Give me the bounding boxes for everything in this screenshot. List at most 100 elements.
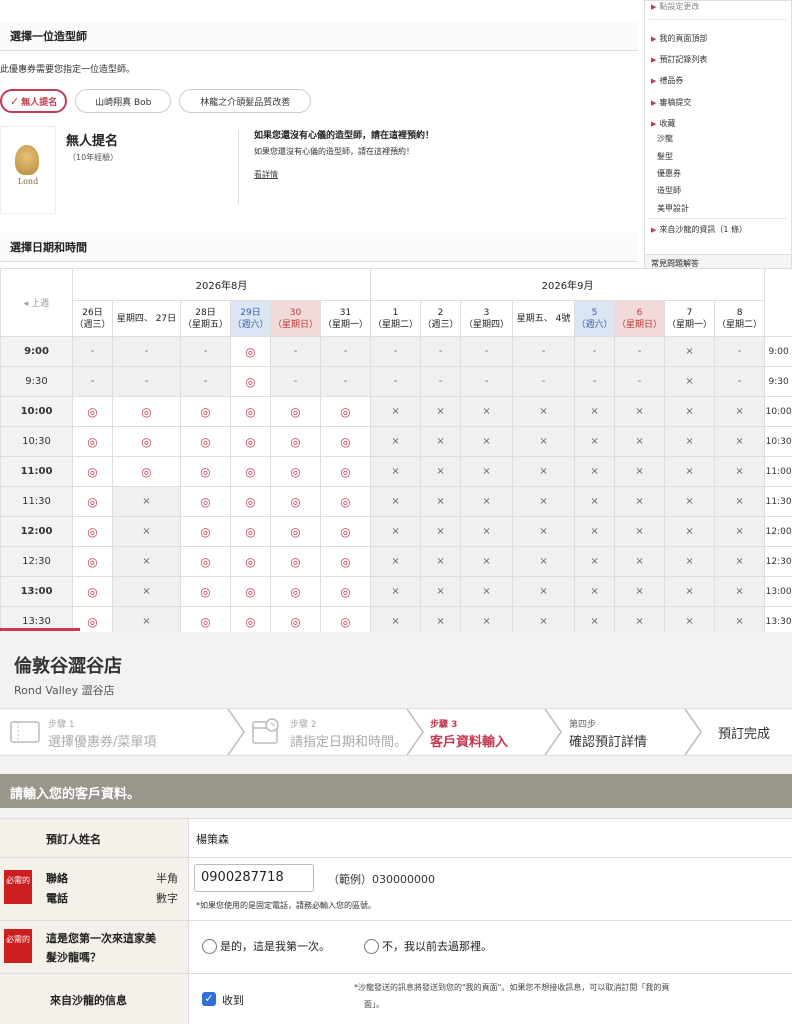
first-visit-yes-label[interactable]: 是的，這是我第一次。 <box>220 938 330 954</box>
slot-available[interactable]: ◎ <box>230 576 271 607</box>
slot-available[interactable]: ◎ <box>319 546 372 577</box>
slot-unavailable: × <box>460 486 514 517</box>
sidebar-sub-hairstyle[interactable]: 髮型 <box>657 151 673 162</box>
slot-available[interactable]: ◎ <box>72 396 113 427</box>
sidebar-item-settings[interactable]: ▶ 點設定更改 <box>651 1 699 12</box>
sidebar-sub-coupon[interactable]: 優惠券 <box>657 168 681 179</box>
sidebar-item-mypage[interactable]: ▶ 我的頁面頂部 <box>651 33 707 44</box>
slot-unavailable: × <box>574 456 616 487</box>
slot-none: - <box>574 366 616 397</box>
slot-available[interactable]: ◎ <box>112 396 181 427</box>
sidebar-sub-stylist[interactable]: 造型師 <box>657 185 681 196</box>
phone-input[interactable]: 0900287718 <box>194 864 314 892</box>
shop-subtitle: Rond Valley 澀谷店 <box>14 684 115 697</box>
slot-available[interactable]: ◎ <box>230 426 271 457</box>
first-visit-no-radio[interactable] <box>364 939 379 954</box>
first-visit-yes-radio[interactable] <box>202 939 217 954</box>
step-4[interactable]: 第四步 確認預訂詳情 <box>569 709 684 755</box>
slot-available[interactable]: ◎ <box>319 606 372 632</box>
slot-available[interactable]: ◎ <box>180 516 231 547</box>
slot-unavailable: × <box>460 396 514 427</box>
slot-available[interactable]: ◎ <box>270 456 321 487</box>
slot-available[interactable]: ◎ <box>230 516 271 547</box>
step-5[interactable]: 預訂完成 <box>718 709 788 755</box>
stylist-chip-yamazaki[interactable]: 山崎翔真 Bob <box>75 89 172 113</box>
slot-available[interactable]: ◎ <box>230 486 271 517</box>
sidebar-item-salon-info[interactable]: ▶ 來自沙龍的資訊（1 條） <box>651 224 747 235</box>
stylist-section-title: 選擇一位造型師 <box>0 22 638 51</box>
slot-available[interactable]: ◎ <box>319 396 372 427</box>
next-week-link[interactable] <box>764 268 792 337</box>
slot-available[interactable]: ◎ <box>72 426 113 457</box>
sidebar-item-review[interactable]: ▶ 審稿提交 <box>651 97 691 108</box>
slot-available[interactable]: ◎ <box>319 576 372 607</box>
slot-available[interactable]: ◎ <box>180 576 231 607</box>
slot-unavailable: × <box>664 516 716 547</box>
slot-available[interactable]: ◎ <box>112 456 181 487</box>
slot-available[interactable]: ◎ <box>72 576 113 607</box>
slot-unavailable: × <box>512 486 576 517</box>
slot-none: - <box>512 336 576 367</box>
slot-available[interactable]: ◎ <box>180 426 231 457</box>
slot-unavailable: × <box>460 546 514 577</box>
slot-available[interactable]: ◎ <box>72 516 113 547</box>
slot-available[interactable]: ◎ <box>180 396 231 427</box>
sidebar-divider <box>649 218 787 219</box>
slot-available[interactable]: ◎ <box>230 546 271 577</box>
stylist-chip-none[interactable]: ✓ 無人提名 <box>0 89 68 113</box>
slot-available[interactable]: ◎ <box>270 516 321 547</box>
slot-available[interactable]: ◎ <box>319 456 372 487</box>
slot-available[interactable]: ◎ <box>270 426 321 457</box>
slot-unavailable: × <box>420 516 462 547</box>
slot-available[interactable]: ◎ <box>319 486 372 517</box>
step-2[interactable]: 步驟 2 請指定日期和時間。 <box>248 709 408 755</box>
slot-available[interactable]: ◎ <box>319 426 372 457</box>
step-1[interactable]: 步驟 1 選擇優惠券/菜單項 <box>0 709 230 755</box>
time-label-right: 10:30 <box>764 426 792 457</box>
slot-unavailable: × <box>370 486 422 517</box>
slot-available[interactable]: ◎ <box>270 396 321 427</box>
slot-available[interactable]: ◎ <box>180 486 231 517</box>
messages-checkbox[interactable]: ✓ <box>202 992 216 1006</box>
slot-available[interactable]: ◎ <box>230 366 271 397</box>
slot-available[interactable]: ◎ <box>230 336 271 367</box>
triangle-right-icon: ▶ <box>651 99 657 107</box>
sidebar-item-history[interactable]: ▶ 預訂記錄列表 <box>651 54 707 65</box>
slot-available[interactable]: ◎ <box>230 396 271 427</box>
slot-available[interactable]: ◎ <box>180 546 231 577</box>
slot-unavailable: × <box>614 606 666 632</box>
slot-available[interactable]: ◎ <box>230 456 271 487</box>
slot-available[interactable]: ◎ <box>72 486 113 517</box>
prev-week-link[interactable]: ◂ 上週 <box>0 268 73 337</box>
stylist-experience: （10年經驗） <box>68 153 119 162</box>
sidebar-sub-nail[interactable]: 美甲設計 <box>657 203 689 214</box>
messages-check-label[interactable]: 收到 <box>222 992 244 1008</box>
step-3[interactable]: 步驟 3 客戶資料輸入 <box>430 709 545 755</box>
details-link[interactable]: 看詳情 <box>254 169 634 180</box>
slot-available[interactable]: ◎ <box>270 546 321 577</box>
slot-available[interactable]: ◎ <box>319 516 372 547</box>
slot-unavailable: × <box>370 576 422 607</box>
slot-available[interactable]: ◎ <box>270 486 321 517</box>
slot-unavailable: × <box>460 606 514 632</box>
slot-available[interactable]: ◎ <box>180 606 231 632</box>
sidebar-item-giftcard[interactable]: ▶ 禮品券 <box>651 75 683 86</box>
sidebar-sub-salon[interactable]: 沙龍 <box>657 133 673 144</box>
slot-unavailable: × <box>714 546 766 577</box>
slot-available[interactable]: ◎ <box>72 546 113 577</box>
sidebar-item-favorites[interactable]: ▶ 收藏 <box>651 118 675 129</box>
slot-none: - <box>270 366 321 397</box>
first-visit-no-label[interactable]: 不，我以前去過那裡。 <box>382 938 492 954</box>
slot-unavailable: × <box>714 516 766 547</box>
slot-unavailable: × <box>420 606 462 632</box>
slot-available[interactable]: ◎ <box>180 456 231 487</box>
slot-available[interactable]: ◎ <box>230 606 271 632</box>
slot-available[interactable]: ◎ <box>72 456 113 487</box>
stylist-chip-hayashi[interactable]: 林龍之介頭髮品質改善 <box>179 89 312 113</box>
phone-example: （範例）030000000 <box>328 873 435 886</box>
slot-available[interactable]: ◎ <box>270 606 321 632</box>
form-row-first-visit: 必需的 這是您第一次來這家美 髮沙龍嗎？ 是的，這是我第一次。 不，我以前去過那… <box>0 920 792 973</box>
triangle-right-icon: ▶ <box>651 120 657 128</box>
slot-available[interactable]: ◎ <box>112 426 181 457</box>
slot-available[interactable]: ◎ <box>270 576 321 607</box>
